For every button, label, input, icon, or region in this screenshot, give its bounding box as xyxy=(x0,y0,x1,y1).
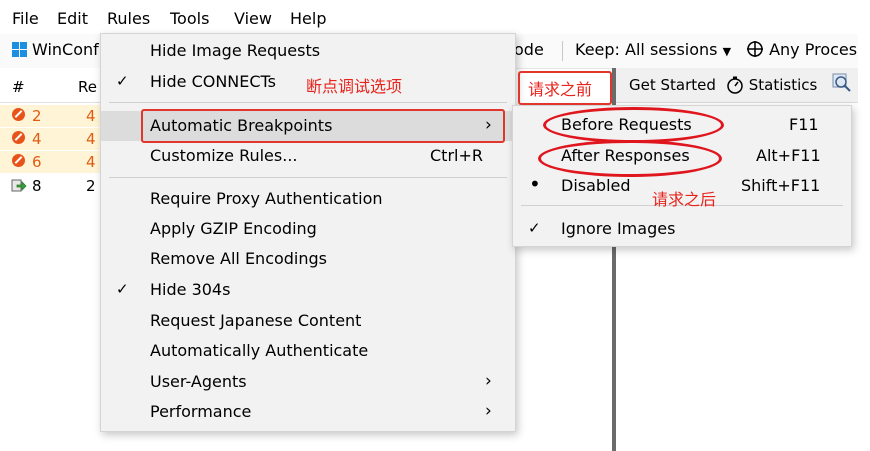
menu-item-label: Automatically Authenticate xyxy=(150,341,369,360)
any-process-label: Any Proces xyxy=(769,40,858,59)
checkmark-icon: ✓ xyxy=(116,72,129,90)
menu-tools[interactable]: Tools xyxy=(170,9,209,28)
keep-sessions-dropdown[interactable]: Keep: All sessions ▼ xyxy=(575,40,731,59)
blocked-icon xyxy=(12,131,25,144)
shortcut-label: Shift+F11 xyxy=(741,176,821,195)
menu-item-performance[interactable]: Performance › xyxy=(101,397,515,427)
menu-item-label: Ignore Images xyxy=(561,219,676,238)
session-row[interactable]: 8 2 xyxy=(0,175,100,197)
dropdown-arrow-icon: ▼ xyxy=(722,45,732,58)
tab-statistics[interactable]: Statistics xyxy=(726,76,817,94)
menu-item-auto-authenticate[interactable]: Automatically Authenticate xyxy=(101,336,515,366)
statistics-label: Statistics xyxy=(748,76,818,94)
menu-view[interactable]: View xyxy=(234,9,272,28)
annotation-before-request: 请求之前 xyxy=(528,80,593,99)
tab-get-started[interactable]: Get Started xyxy=(629,76,716,94)
menu-item-label: Request Japanese Content xyxy=(150,311,362,330)
menu-rules[interactable]: Rules xyxy=(107,9,150,28)
menu-file[interactable]: File xyxy=(12,9,39,28)
blocked-icon xyxy=(12,108,25,121)
session-number: 2 xyxy=(32,107,42,125)
column-number[interactable]: # xyxy=(12,78,25,96)
menu-item-label: Performance xyxy=(150,402,252,421)
response-arrow-icon xyxy=(11,179,27,192)
inspector-tabs: Get Started Statistics xyxy=(616,68,858,103)
annotation-after-request: 请求之后 xyxy=(652,190,717,209)
menu-edit[interactable]: Edit xyxy=(57,9,88,28)
session-result: 4 xyxy=(86,130,96,148)
session-number: 8 xyxy=(32,177,42,195)
sessions-header: # Re xyxy=(0,68,100,103)
keep-sessions-label: Keep: All sessions xyxy=(575,40,718,59)
toolbar-separator xyxy=(562,41,563,61)
column-result[interactable]: Re xyxy=(78,78,97,96)
menu-item-label: Apply GZIP Encoding xyxy=(150,219,317,238)
winconfig-button[interactable]: WinConf xyxy=(32,40,99,59)
chevron-right-icon: › xyxy=(485,371,492,391)
menu-divider xyxy=(109,177,507,178)
chevron-right-icon: › xyxy=(485,401,492,421)
menu-item-request-japanese[interactable]: Request Japanese Content xyxy=(101,306,515,336)
session-result: 4 xyxy=(86,107,96,125)
menu-item-remove-encodings[interactable]: Remove All Encodings xyxy=(101,244,515,274)
menu-divider xyxy=(109,102,507,103)
menu-item-user-agents[interactable]: User-Agents › xyxy=(101,367,515,397)
menu-item-label: User-Agents xyxy=(150,372,247,391)
inspectors-icon[interactable] xyxy=(832,73,852,93)
annotation-ellipse xyxy=(543,107,724,143)
menu-bar: File Edit Rules Tools View Help xyxy=(0,0,858,34)
annotation-breakpoint-options: 断点调试选项 xyxy=(306,77,403,96)
menu-item-label: Hide CONNECTs xyxy=(150,72,277,91)
shortcut-label: Alt+F11 xyxy=(756,146,821,165)
window-edge xyxy=(858,0,870,451)
shortcut-label: Ctrl+R xyxy=(430,146,483,165)
session-row[interactable]: 6 4 xyxy=(0,151,100,173)
shortcut-label: F11 xyxy=(789,115,819,134)
checkmark-icon: ✓ xyxy=(116,280,129,298)
windows-icon xyxy=(12,42,27,57)
menu-item-hide-image-requests[interactable]: Hide Image Requests xyxy=(101,36,515,66)
highlight-box xyxy=(141,109,505,143)
menu-item-label: Require Proxy Authentication xyxy=(150,189,383,208)
menu-item-label: Disabled xyxy=(561,176,631,195)
session-number: 6 xyxy=(32,153,42,171)
session-result: 2 xyxy=(86,177,96,195)
stopwatch-icon xyxy=(727,76,743,94)
annotation-ellipse xyxy=(538,140,722,177)
menu-item-require-proxy-auth[interactable]: Require Proxy Authentication xyxy=(101,184,515,214)
decode-button[interactable]: ode xyxy=(514,40,544,59)
menu-item-label: Hide 304s xyxy=(150,280,231,299)
session-row[interactable]: 4 4 xyxy=(0,128,100,150)
menu-item-hide-304s[interactable]: ✓ Hide 304s xyxy=(101,275,515,305)
checkmark-icon: ✓ xyxy=(528,219,541,237)
menu-item-customize-rules[interactable]: Customize Rules... Ctrl+R xyxy=(101,141,515,171)
menu-item-label: Customize Rules... xyxy=(150,146,298,165)
menu-help[interactable]: Help xyxy=(290,9,326,28)
menu-item-ignore-images[interactable]: ✓ Ignore Images xyxy=(513,214,851,244)
radio-dot-icon: • xyxy=(529,172,541,196)
any-process-button[interactable]: Any Proces xyxy=(746,40,857,59)
session-number: 4 xyxy=(32,130,42,148)
session-result: 4 xyxy=(86,153,96,171)
crosshair-icon xyxy=(747,41,763,57)
blocked-icon xyxy=(12,154,25,167)
menu-item-apply-gzip[interactable]: Apply GZIP Encoding xyxy=(101,214,515,244)
session-row[interactable]: 2 4 xyxy=(0,105,100,127)
menu-item-label: Remove All Encodings xyxy=(150,249,328,268)
menu-item-label: Hide Image Requests xyxy=(150,41,321,60)
